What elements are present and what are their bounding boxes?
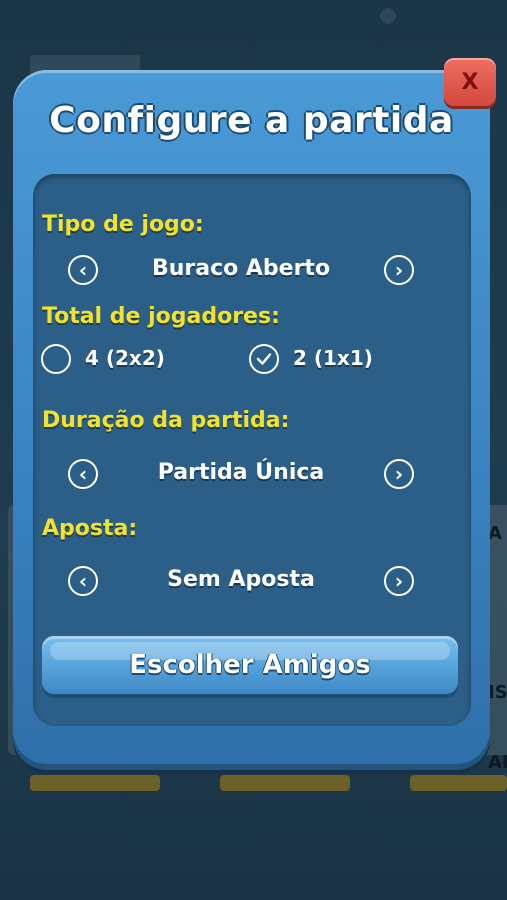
- background-card-text: AR: [488, 752, 507, 773]
- background-tab: [30, 775, 160, 791]
- duration-prev-button[interactable]: ‹: [68, 459, 98, 489]
- match-config-dialog: Configure a partida Tipo de jogo: ‹ Bura…: [13, 70, 490, 770]
- background-decoration: [380, 8, 396, 24]
- choose-friends-button[interactable]: Escolher Amigos: [42, 636, 458, 694]
- checkmark-icon: [256, 353, 272, 365]
- players-2-radio[interactable]: [249, 344, 279, 374]
- chevron-left-icon: ‹: [78, 569, 88, 593]
- players-2-label[interactable]: 2 (1x1): [293, 346, 373, 370]
- chevron-left-icon: ‹: [78, 462, 88, 486]
- bet-value: Sem Aposta: [167, 567, 315, 592]
- chevron-right-icon: ›: [394, 258, 404, 282]
- background-card-text: A: [488, 523, 502, 544]
- background-tab: [220, 775, 350, 791]
- choose-friends-label: Escolher Amigos: [129, 650, 371, 680]
- players-4-radio[interactable]: [41, 344, 71, 374]
- duration-value: Partida Única: [157, 460, 325, 485]
- close-button[interactable]: X: [444, 58, 496, 106]
- players-4-label[interactable]: 4 (2x2): [85, 346, 165, 370]
- chevron-left-icon: ‹: [78, 258, 88, 282]
- duration-next-button[interactable]: ›: [384, 459, 414, 489]
- game-type-next-button[interactable]: ›: [384, 255, 414, 285]
- chevron-right-icon: ›: [394, 462, 404, 486]
- background-card-text: IS: [488, 682, 507, 703]
- close-icon: X: [461, 69, 479, 95]
- duration-label: Duração da partida:: [42, 408, 290, 433]
- game-type-value: Buraco Aberto: [151, 256, 331, 281]
- dialog-title: Configure a partida: [49, 100, 454, 141]
- settings-panel: Tipo de jogo: ‹ Buraco Aberto › Total de…: [33, 174, 471, 726]
- background-tab: [410, 775, 507, 791]
- game-type-label: Tipo de jogo:: [42, 212, 204, 237]
- game-type-prev-button[interactable]: ‹: [68, 255, 98, 285]
- players-label: Total de jogadores:: [42, 304, 280, 329]
- bet-prev-button[interactable]: ‹: [68, 566, 98, 596]
- bet-label: Aposta:: [42, 516, 138, 541]
- chevron-right-icon: ›: [394, 569, 404, 593]
- bet-next-button[interactable]: ›: [384, 566, 414, 596]
